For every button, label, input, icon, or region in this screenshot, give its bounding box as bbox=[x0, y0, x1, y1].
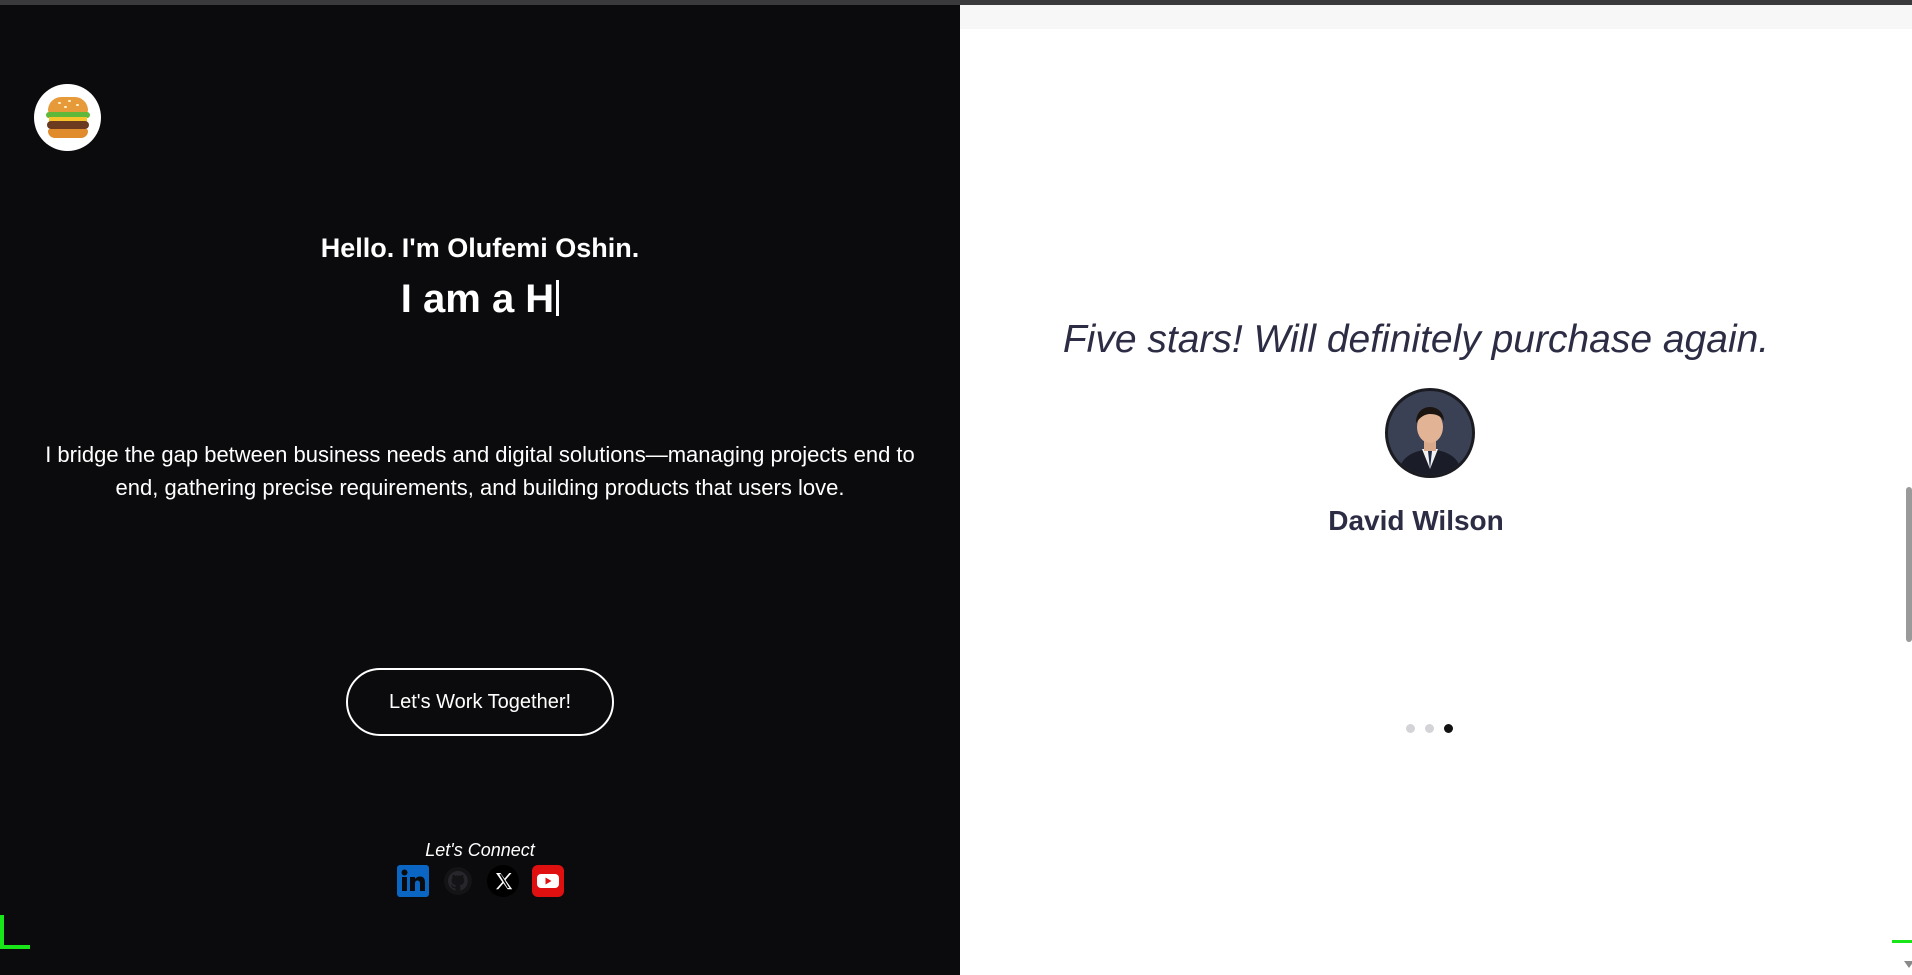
hero-panel: Hello. I'm Olufemi Oshin. I am a H I bri… bbox=[0, 5, 960, 975]
work-together-button[interactable]: Let's Work Together! bbox=[346, 668, 614, 736]
typed-role-text: I am a H bbox=[400, 277, 555, 321]
corner-marker bbox=[0, 915, 4, 949]
avatar bbox=[1385, 388, 1475, 478]
corner-marker-right bbox=[1892, 940, 1912, 943]
testimonial-author: David Wilson bbox=[1328, 505, 1504, 536]
typing-cursor bbox=[556, 280, 560, 316]
testimonial-quote: Five stars! Will definitely purchase aga… bbox=[1062, 318, 1770, 361]
menu-button[interactable] bbox=[34, 84, 101, 151]
bio-paragraph: I bridge the gap between business needs … bbox=[45, 442, 915, 500]
connect-label: Let's Connect bbox=[425, 840, 535, 860]
typed-role-heading: I am a H bbox=[0, 277, 960, 322]
scrollbar-thumb[interactable] bbox=[1906, 487, 1912, 642]
testimonial-panel: Five stars! Will definitely purchase aga… bbox=[960, 5, 1912, 975]
carousel-pager bbox=[1406, 724, 1453, 733]
pager-dot-1[interactable] bbox=[1406, 724, 1415, 733]
top-strip bbox=[960, 5, 1912, 29]
pager-dot-2[interactable] bbox=[1425, 724, 1434, 733]
github-icon[interactable] bbox=[441, 864, 475, 898]
scroll-down-arrow[interactable] bbox=[1904, 961, 1912, 968]
burger-icon bbox=[45, 96, 90, 139]
pager-dot-3[interactable] bbox=[1444, 724, 1453, 733]
social-links bbox=[396, 864, 565, 898]
linkedin-icon[interactable] bbox=[396, 864, 430, 898]
x-icon[interactable] bbox=[486, 864, 520, 898]
corner-marker-base bbox=[0, 945, 30, 949]
youtube-icon[interactable] bbox=[531, 864, 565, 898]
greeting-heading: Hello. I'm Olufemi Oshin. bbox=[320, 233, 640, 263]
